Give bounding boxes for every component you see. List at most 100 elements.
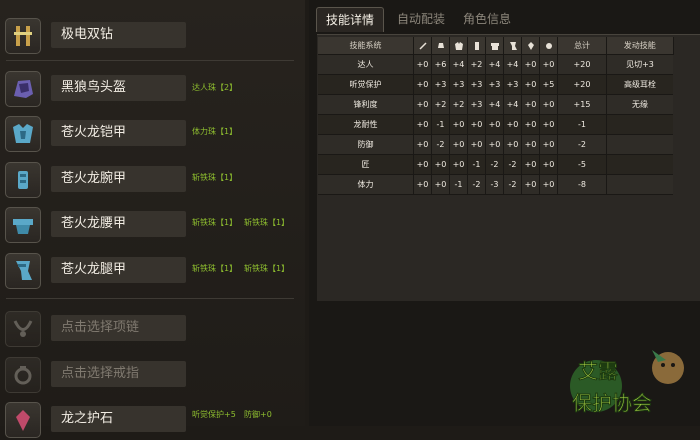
arm-icon [467,37,486,55]
gem-slot: 达人珠【2】 [192,83,238,92]
skill-value: +0 [521,134,540,155]
skill-value: +0 [413,54,432,75]
skill-total: -2 [557,134,607,155]
skill-total: +20 [557,74,607,95]
skill-value: +5 [539,74,558,95]
skill-value: +2 [449,94,468,115]
equip-slot-arms[interactable]: 苍火龙腕甲 斩铁珠【1】 [4,162,298,200]
skill-value: +0 [413,94,432,115]
table-row: 防御 +0 -2 +0 +0 +0 +0 +0 +0 -2 [318,134,673,155]
skill-value: +0 [521,94,540,115]
skill-value: +0 [503,134,522,155]
skill-name: 体力 [318,174,414,195]
skill-total: +15 [557,94,607,115]
helm-icon [5,71,41,107]
equip-name: 苍火龙铠甲 [51,120,186,146]
skill-name: 听觉保护 [318,74,414,95]
skill-value: +0 [485,114,504,135]
equip-name: 苍火龙腰甲 [51,211,186,237]
equip-slot-necklace[interactable]: 点击选择项链 [4,311,298,349]
header-activated-skill: 发动技能 [606,37,674,55]
header-total: 总计 [557,37,607,55]
tab-skill-details[interactable]: 技能详情 [316,7,384,32]
equip-slot-legs[interactable]: 苍火龙腿甲 斩铁珠【1】 斩铁珠【1】 [4,253,298,291]
skill-value: +0 [539,174,558,195]
skill-value: +0 [521,174,540,195]
skill-value: +4 [485,54,504,75]
skill-value: +0 [539,54,558,75]
table-header: 技能系统 总计 发动技能 [318,37,674,55]
equip-name: 点击选择项链 [51,315,186,341]
table-row: 听觉保护 +0 +3 +3 +3 +3 +3 +0 +5 +20 高级耳栓 [318,74,673,95]
skill-value: +0 [467,134,486,155]
skill-value: +3 [503,74,522,95]
skill-value: +2 [467,54,486,75]
activated-skill [606,134,673,155]
skill-name: 达人 [318,54,414,75]
skill-total: -5 [557,154,607,175]
skill-value: -2 [503,174,522,195]
skill-name: 龙耐性 [318,114,414,135]
gem-slot: 斩铁珠【1】 [244,218,290,227]
svg-text:保护协会: 保护协会 [572,391,652,415]
chest-armor-icon [5,116,41,152]
skill-value: +0 [539,134,558,155]
skill-total: -1 [557,114,607,135]
gem-icon [539,37,558,55]
skill-value: +0 [521,54,540,75]
skill-value: -1 [467,154,486,175]
equip-slot-ring[interactable]: 点击选择戒指 [4,357,298,395]
skill-value: +0 [449,154,468,175]
skill-total: +20 [557,54,607,75]
skill-value: +0 [521,114,540,135]
equip-name: 点击选择戒指 [51,361,186,387]
equip-name: 苍火龙腕甲 [51,166,186,192]
skill-value: +4 [485,94,504,115]
equip-name: 龙之护石 [51,406,186,432]
skill-value: -1 [449,174,468,195]
skill-value: -2 [431,134,450,155]
skill-value: -2 [467,174,486,195]
necklace-icon [5,311,41,347]
skill-table-panel: 技能系统 总计 发动技能 达人 +0 +6 +4 +2 +4 +4 +0 +0 +20 见切+3 听觉… [317,34,700,301]
skill-value: -3 [485,174,504,195]
header-skill-system: 技能系统 [318,37,414,55]
divider [6,298,294,299]
skill-value: +0 [521,74,540,95]
helm-icon [431,37,450,55]
skill-value: +4 [449,54,468,75]
skill-value: -2 [485,154,504,175]
table-row: 龙耐性 +0 -1 +0 +0 +0 +0 +0 +0 -1 [318,114,673,135]
equip-name: 极电双钻 [51,22,186,48]
skill-value: +4 [503,94,522,115]
tab-character-info[interactable]: 角色信息 [456,7,518,31]
skill-value: +0 [539,94,558,115]
charm-skill: 防御+0 [244,410,272,419]
skill-value: +0 [413,134,432,155]
gem-slot: 斩铁珠【1】 [192,173,238,182]
gem-slot: 斩铁珠【1】 [192,218,238,227]
skill-name: 匠 [318,154,414,175]
skill-value: +0 [521,154,540,175]
tab-auto-equip[interactable]: 自动配装 [390,7,452,31]
gem-slot: 斩铁珠【1】 [192,264,238,273]
equip-slot-chest[interactable]: 苍火龙铠甲 体力珠【1】 [4,116,298,154]
ring-icon [5,357,41,393]
activated-skill [606,114,673,135]
equipment-panel: 极电双钻 黑狼鸟头盔 达人珠【2】 苍火龙铠甲 体力珠【1】 苍火龙腕甲 斩铁珠… [0,0,305,438]
skill-value: +2 [431,94,450,115]
equip-slot-waist[interactable]: 苍火龙腰甲 斩铁珠【1】 斩铁珠【1】 [4,207,298,245]
activated-skill [606,154,673,175]
dual-blades-icon [5,18,41,54]
leg-icon [503,37,522,55]
charm-icon [5,402,41,438]
skill-value: -2 [503,154,522,175]
waist-armor-icon [5,207,41,243]
skill-value: +3 [467,94,486,115]
skill-name: 锋利度 [318,94,414,115]
skill-value: +0 [485,134,504,155]
equip-slot-charm[interactable]: 龙之护石 听觉保护+5 防御+0 [4,402,298,440]
equip-slot-head[interactable]: 黑狼鸟头盔 达人珠【2】 [4,71,298,109]
charm-icon [521,37,540,55]
equip-slot-weapon[interactable]: 极电双钻 [4,18,298,56]
